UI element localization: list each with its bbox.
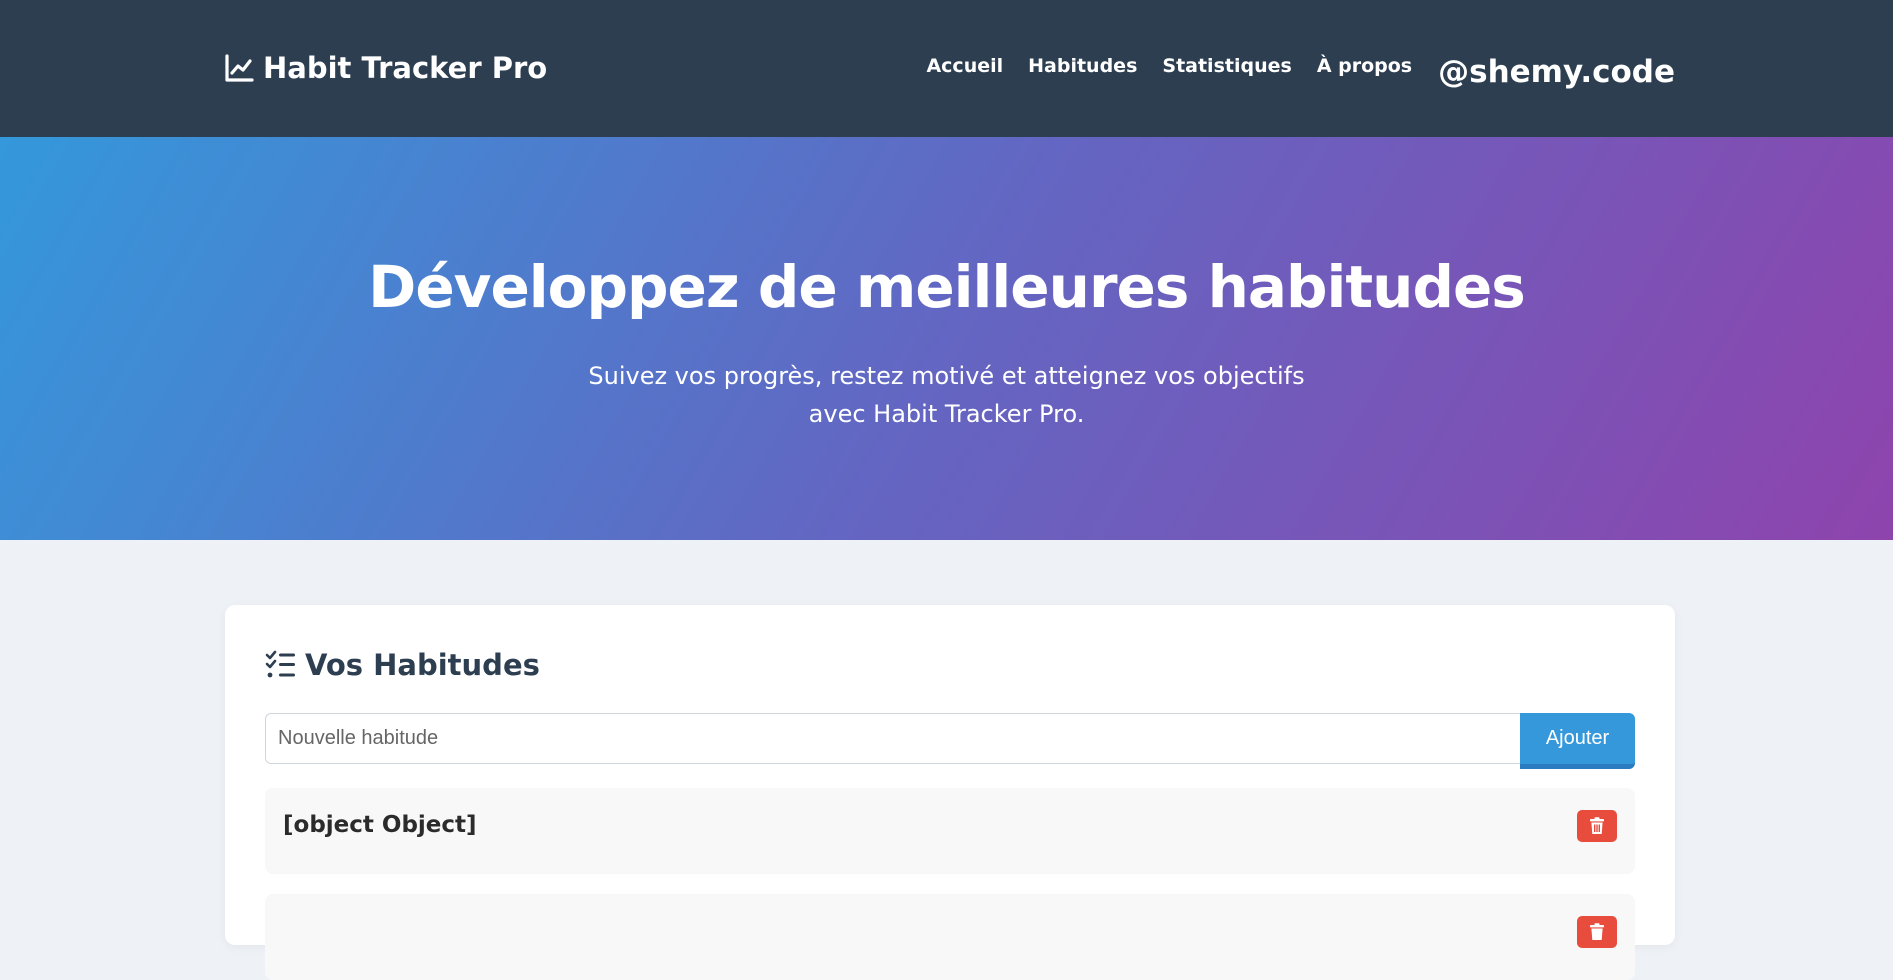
new-habit-input[interactable] xyxy=(265,713,1520,764)
habits-card-title: Vos Habitudes xyxy=(265,648,540,682)
habit-item xyxy=(265,894,1635,980)
chart-line-icon xyxy=(223,52,255,84)
habits-card-title-text: Vos Habitudes xyxy=(305,648,540,682)
delete-habit-button[interactable] xyxy=(1577,916,1617,948)
hero-subtitle-line-2: avec Habit Tracker Pro. xyxy=(808,400,1085,428)
hero-subtitle: Suivez vos progrès, restez motivé et att… xyxy=(0,357,1893,433)
nav-links: Accueil Habitudes Statistiques À propos … xyxy=(901,48,1675,90)
brand-title: Habit Tracker Pro xyxy=(263,51,548,85)
trash-icon xyxy=(1589,817,1605,835)
add-habit-form: Ajouter xyxy=(265,713,1635,769)
trash-icon xyxy=(1589,923,1605,941)
habits-card: Vos Habitudes Ajouter [object Object] xyxy=(225,605,1675,980)
list-check-icon xyxy=(265,649,297,681)
hero-title: Développez de meilleures habitudes xyxy=(368,253,1526,321)
brand[interactable]: Habit Tracker Pro xyxy=(223,50,547,86)
delete-habit-button[interactable] xyxy=(1577,810,1617,842)
hero-banner: Développez de meilleures habitudes Suive… xyxy=(0,137,1893,540)
habit-item: [object Object] xyxy=(265,788,1635,874)
hero-subtitle-line-1: Suivez vos progrès, restez motivé et att… xyxy=(588,362,1305,390)
add-habit-button[interactable]: Ajouter xyxy=(1520,713,1635,769)
author-handle: @shemy.code xyxy=(1438,54,1675,90)
habit-name: [object Object] xyxy=(283,812,477,838)
nav-link-accueil[interactable]: Accueil xyxy=(926,55,1003,77)
nav-link-a-propos[interactable]: À propos xyxy=(1317,55,1412,77)
nav-link-habitudes[interactable]: Habitudes xyxy=(1028,55,1137,77)
navbar: Habit Tracker Pro Accueil Habitudes Stat… xyxy=(0,0,1893,137)
nav-link-statistiques[interactable]: Statistiques xyxy=(1162,55,1291,77)
